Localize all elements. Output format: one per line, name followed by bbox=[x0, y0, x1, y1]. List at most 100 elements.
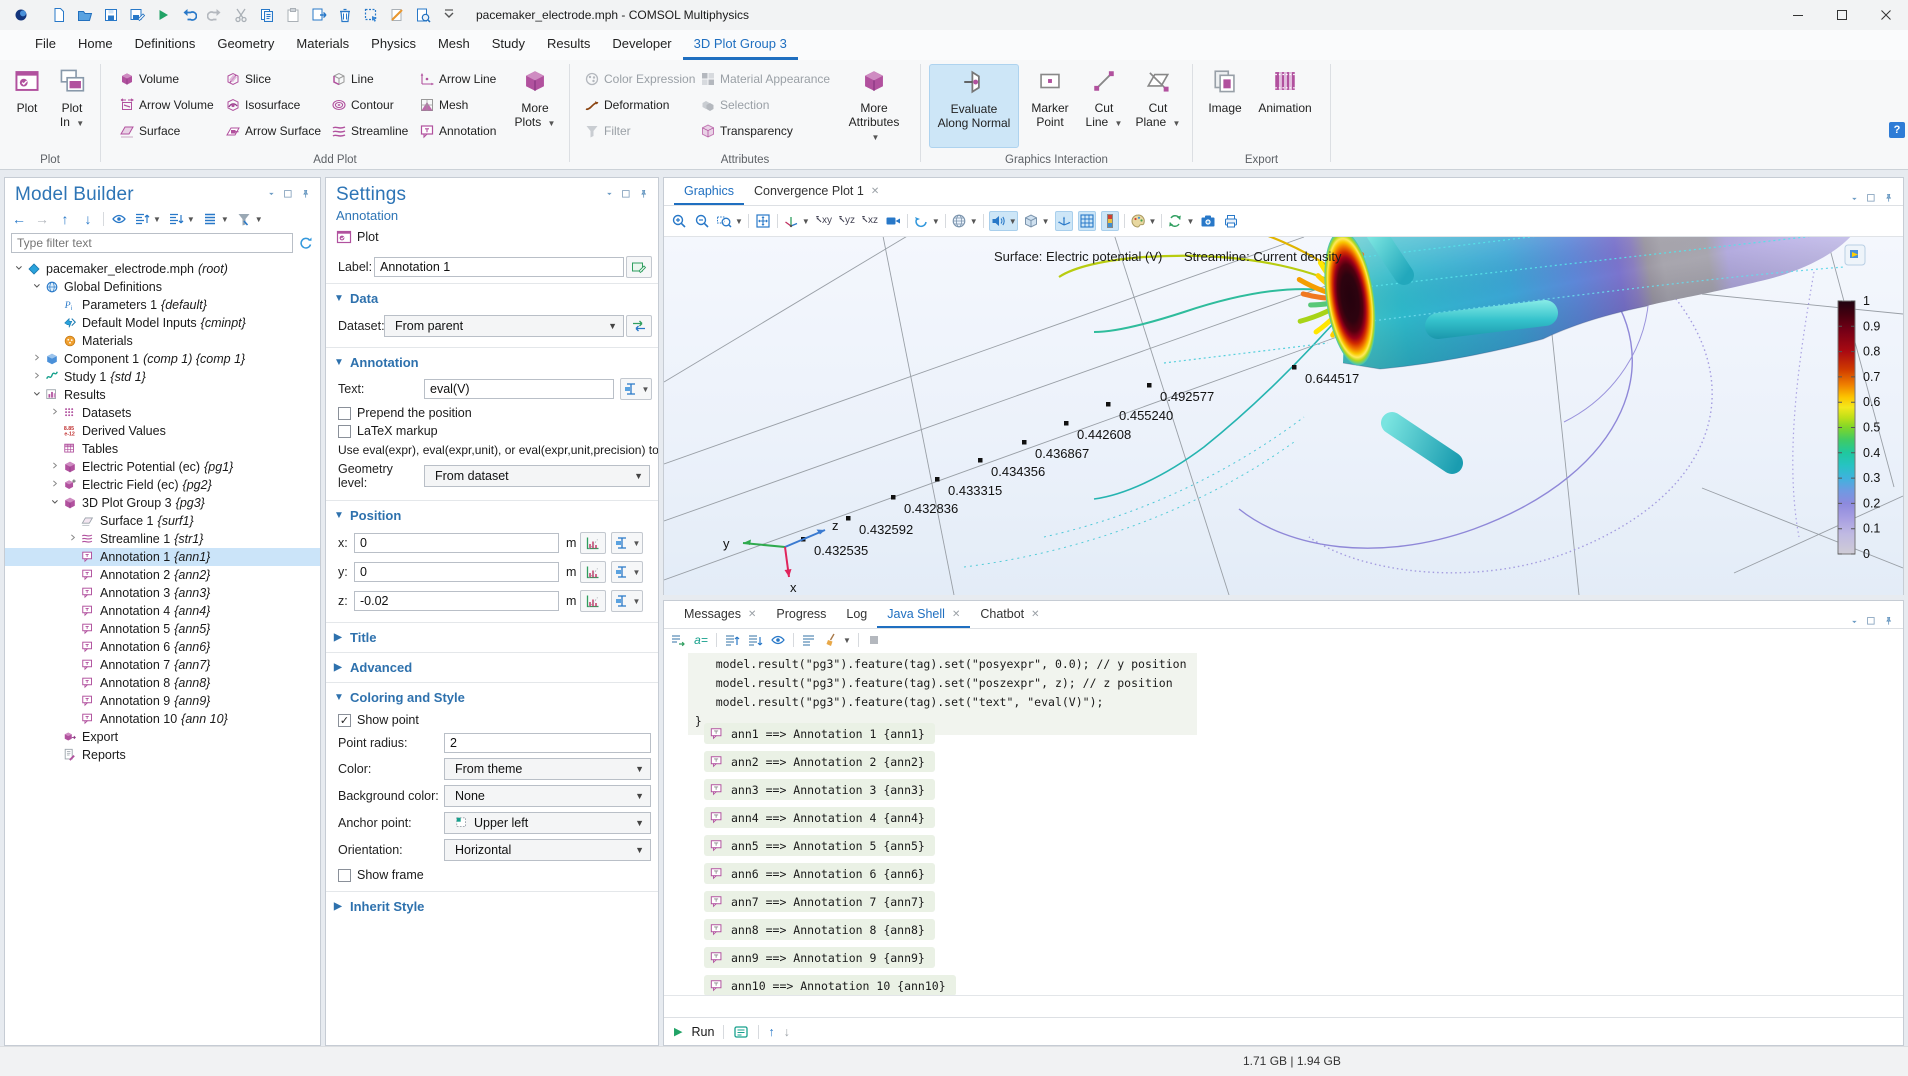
close-tab-icon[interactable]: ✕ bbox=[952, 609, 960, 620]
java-shell-content[interactable]: model.result("pg3").feature(tag).set("po… bbox=[664, 651, 1903, 997]
range-button[interactable] bbox=[580, 532, 606, 554]
tree-item-component-1[interactable]: Component 1(comp 1) {comp 1} bbox=[5, 350, 320, 368]
view-xz-button[interactable]: ⭶xz bbox=[861, 211, 879, 231]
range-button[interactable] bbox=[580, 590, 606, 612]
expression-button[interactable]: ▼ bbox=[611, 532, 643, 554]
view-xy-button[interactable]: ⭶xy bbox=[815, 211, 833, 231]
ribbon-button-streamline[interactable]: Streamline bbox=[331, 120, 408, 142]
history-down-icon[interactable]: ↓ bbox=[784, 1025, 790, 1039]
color-dropdown[interactable]: From theme▼ bbox=[444, 758, 651, 780]
geometry-level-dropdown[interactable]: From dataset▼ bbox=[424, 465, 650, 487]
graphics-tab-1[interactable]: Convergence Plot 1✕ bbox=[744, 179, 889, 205]
ribbon-button-more-attributes[interactable]: MoreAttributes ▼ bbox=[842, 64, 906, 145]
show-icon[interactable] bbox=[111, 210, 127, 228]
tree-item-annotation-2[interactable]: Annotation 2{ann2} bbox=[5, 566, 320, 584]
ribbon-button-cut-plane[interactable]: CutPlane ▼ bbox=[1131, 64, 1185, 131]
camera-button[interactable] bbox=[1199, 211, 1217, 231]
ribbon-button-deformation[interactable]: Deformation bbox=[584, 94, 669, 116]
log-icon[interactable] bbox=[733, 1023, 749, 1041]
cut[interactable] bbox=[228, 4, 254, 26]
orientation-dropdown[interactable]: Horizontal▼ bbox=[444, 839, 651, 861]
3d-plot[interactable]: 0.4325350.4325920.4328360.4333150.434356… bbox=[664, 237, 1903, 595]
copy[interactable] bbox=[254, 4, 280, 26]
delete[interactable] bbox=[332, 4, 358, 26]
ribbon-button-arrow-volume[interactable]: Arrow Volume bbox=[119, 94, 214, 116]
pane-pin-icon[interactable] bbox=[1884, 194, 1895, 205]
tree-item-3d-plot-group-3[interactable]: 3D Plot Group 3{pg3} bbox=[5, 494, 320, 512]
tree-item-annotation-1[interactable]: Annotation 1{ann1} bbox=[5, 548, 320, 566]
position-z-input[interactable] bbox=[354, 591, 559, 611]
expression-button[interactable]: ▼ bbox=[611, 590, 643, 612]
tree-item-results[interactable]: Results bbox=[5, 386, 320, 404]
save[interactable] bbox=[98, 4, 124, 26]
chev-open-icon[interactable] bbox=[32, 389, 44, 401]
tree-item-annotation-4[interactable]: Annotation 4{ann4} bbox=[5, 602, 320, 620]
close-tab-icon[interactable]: ✕ bbox=[748, 609, 756, 620]
ribbon-button-isosurface[interactable]: Isosurface bbox=[225, 94, 300, 116]
plot-button[interactable]: Plot bbox=[326, 223, 658, 251]
tree-item-reports[interactable]: Reports bbox=[5, 746, 320, 764]
tree-item-streamline-1[interactable]: Streamline 1{str1} bbox=[5, 530, 320, 548]
pane-dd-icon[interactable] bbox=[1851, 618, 1861, 628]
tree-item-annotation-10[interactable]: Annotation 10{ann 10} bbox=[5, 710, 320, 728]
tree-item-annotation-5[interactable]: Annotation 5{ann5} bbox=[5, 620, 320, 638]
chev-closed-icon[interactable] bbox=[50, 407, 62, 419]
expression-button[interactable]: ▼ bbox=[611, 561, 643, 583]
menu-tab-study[interactable]: Study bbox=[481, 30, 536, 60]
tree-item-export[interactable]: Export bbox=[5, 728, 320, 746]
tree-item-annotation-3[interactable]: Annotation 3{ann3} bbox=[5, 584, 320, 602]
ribbon-button-arrow-surface[interactable]: Arrow Surface bbox=[225, 120, 321, 142]
pane-pin-icon[interactable] bbox=[639, 190, 650, 201]
zoom-out-button[interactable] bbox=[693, 211, 711, 231]
open-file[interactable] bbox=[72, 4, 98, 26]
position-x-input[interactable] bbox=[354, 533, 559, 553]
undo[interactable] bbox=[176, 4, 202, 26]
pane-float-icon[interactable] bbox=[1867, 617, 1878, 628]
scene-cube-button[interactable]: ▼ bbox=[1023, 211, 1050, 231]
zoom-extents-button[interactable] bbox=[754, 211, 772, 231]
tree-item-study-1[interactable]: Study 1{std 1} bbox=[5, 368, 320, 386]
ribbon-button-surface[interactable]: Surface bbox=[119, 120, 180, 142]
ribbon-button-cut-line[interactable]: CutLine ▼ bbox=[1079, 64, 1129, 131]
chev-closed-icon[interactable] bbox=[50, 479, 62, 491]
chev-open-icon[interactable] bbox=[50, 497, 62, 509]
expand-icon[interactable]: ▼ bbox=[168, 210, 195, 228]
ribbon-button-arrow-line[interactable]: Arrow Line bbox=[419, 68, 496, 90]
plot-group-button[interactable] bbox=[1845, 245, 1865, 265]
view-yz-button[interactable]: ⭶yz bbox=[838, 211, 856, 231]
ribbon-button-selection[interactable]: Selection bbox=[700, 94, 769, 116]
menu-tab-physics[interactable]: Physics bbox=[360, 30, 427, 60]
messages-tab-log[interactable]: Log bbox=[836, 602, 877, 628]
anchor-point-dropdown[interactable]: Upper left▼ bbox=[444, 812, 651, 834]
pane-float-icon[interactable] bbox=[1867, 194, 1878, 205]
chev-open-icon[interactable] bbox=[14, 263, 26, 275]
redo[interactable] bbox=[202, 4, 228, 26]
section-advanced[interactable]: ▶Advanced bbox=[326, 659, 658, 676]
assign-icon[interactable]: a= bbox=[693, 631, 709, 649]
model-tree-node-text-icon[interactable]: ▼ bbox=[202, 210, 229, 228]
chev-closed-icon[interactable] bbox=[68, 533, 80, 545]
ribbon-button-plot[interactable]: Plot bbox=[6, 64, 48, 115]
tgl-triad-button[interactable] bbox=[1055, 211, 1073, 231]
duplicate[interactable] bbox=[306, 4, 332, 26]
pane-float-icon[interactable] bbox=[622, 190, 633, 201]
tree-item-derived-values[interactable]: 8.85e-12Derived Values bbox=[5, 422, 320, 440]
tgl-cbar-button[interactable] bbox=[1101, 211, 1119, 231]
paste[interactable] bbox=[280, 4, 306, 26]
ribbon-button-color-expression[interactable]: Color Expression bbox=[584, 68, 695, 90]
section-data[interactable]: ▼Data bbox=[326, 290, 658, 307]
pane-pin-icon[interactable] bbox=[301, 190, 312, 201]
menu-tab-results[interactable]: Results bbox=[536, 30, 601, 60]
tree-item-electric-field-ec-[interactable]: Electric Field (ec){pg2} bbox=[5, 476, 320, 494]
tree-item-annotation-9[interactable]: Annotation 9{ann9} bbox=[5, 692, 320, 710]
show-frame-checkbox[interactable]: Show frame bbox=[326, 868, 658, 882]
show-point-checkbox[interactable]: ✓Show point bbox=[326, 713, 658, 727]
move-up-icon[interactable]: ↑ bbox=[57, 210, 73, 228]
menu-tab-materials[interactable]: Materials bbox=[285, 30, 360, 60]
minimize-button[interactable] bbox=[1776, 0, 1820, 30]
close-tab-icon[interactable]: ✕ bbox=[871, 186, 879, 197]
text-input[interactable] bbox=[424, 379, 614, 399]
tree-item-annotation-8[interactable]: Annotation 8{ann8} bbox=[5, 674, 320, 692]
tree-item-electric-potential-ec-[interactable]: Electric Potential (ec){pg1} bbox=[5, 458, 320, 476]
ribbon-button-filter[interactable]: Filter bbox=[584, 120, 631, 142]
